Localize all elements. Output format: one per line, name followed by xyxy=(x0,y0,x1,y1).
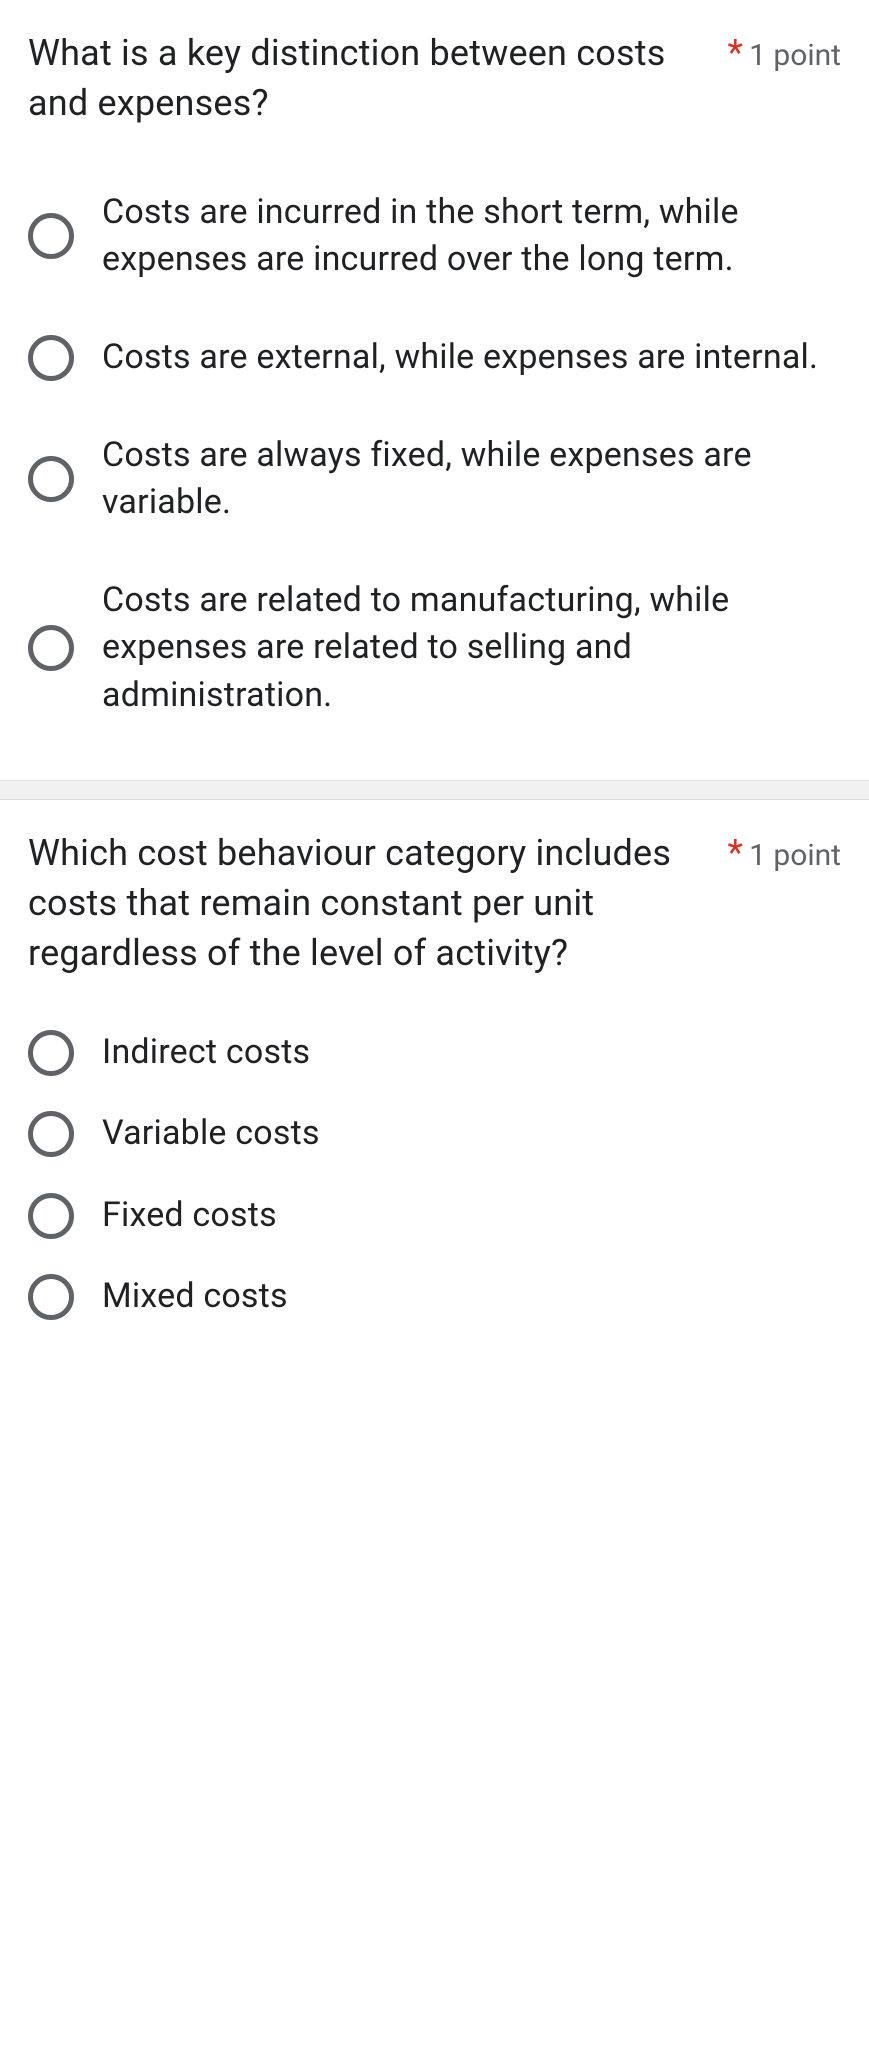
options-group-2: Indirect costs Variable costs Fixed cost… xyxy=(28,1029,841,1321)
question-card-1: What is a key distinction between costs … xyxy=(0,0,869,780)
option-label: Fixed costs xyxy=(102,1192,277,1240)
option-1-4[interactable]: Costs are related to manufacturing, whil… xyxy=(28,577,841,720)
option-1-2[interactable]: Costs are external, while expenses are i… xyxy=(28,334,841,382)
radio-icon xyxy=(28,1030,74,1076)
required-star-icon: * xyxy=(728,32,744,74)
option-1-3[interactable]: Costs are always fixed, while expenses a… xyxy=(28,432,841,527)
option-label: Costs are external, while expenses are i… xyxy=(102,334,818,382)
option-1-1[interactable]: Costs are incurred in the short term, wh… xyxy=(28,189,841,284)
points-label: *1 point xyxy=(728,28,841,74)
points-label: *1 point xyxy=(728,828,841,874)
question-text: Which cost behaviour category includes c… xyxy=(28,828,712,979)
options-group-1: Costs are incurred in the short term, wh… xyxy=(28,189,841,720)
question-text-content: Which cost behaviour category includes c… xyxy=(28,832,671,975)
radio-icon xyxy=(28,625,74,671)
radio-icon xyxy=(28,213,74,259)
option-label: Costs are related to manufacturing, whil… xyxy=(102,577,841,720)
question-card-2: Which cost behaviour category includes c… xyxy=(0,800,869,1382)
required-star-icon: * xyxy=(728,832,744,874)
question-header: What is a key distinction between costs … xyxy=(28,28,841,129)
option-2-3[interactable]: Fixed costs xyxy=(28,1192,841,1240)
radio-icon xyxy=(28,1193,74,1239)
option-2-2[interactable]: Variable costs xyxy=(28,1110,841,1158)
option-label: Indirect costs xyxy=(102,1029,310,1077)
option-label: Costs are incurred in the short term, wh… xyxy=(102,189,841,284)
points-value: 1 point xyxy=(749,838,841,873)
question-text: What is a key distinction between costs … xyxy=(28,28,712,129)
radio-icon xyxy=(28,456,74,502)
option-2-4[interactable]: Mixed costs xyxy=(28,1273,841,1321)
question-header: Which cost behaviour category includes c… xyxy=(28,828,841,979)
radio-icon xyxy=(28,1274,74,1320)
radio-icon xyxy=(28,335,74,381)
card-divider xyxy=(0,780,869,800)
option-label: Variable costs xyxy=(102,1110,320,1158)
radio-icon xyxy=(28,1111,74,1157)
option-label: Costs are always fixed, while expenses a… xyxy=(102,432,841,527)
points-value: 1 point xyxy=(749,38,841,73)
option-label: Mixed costs xyxy=(102,1273,288,1321)
option-2-1[interactable]: Indirect costs xyxy=(28,1029,841,1077)
